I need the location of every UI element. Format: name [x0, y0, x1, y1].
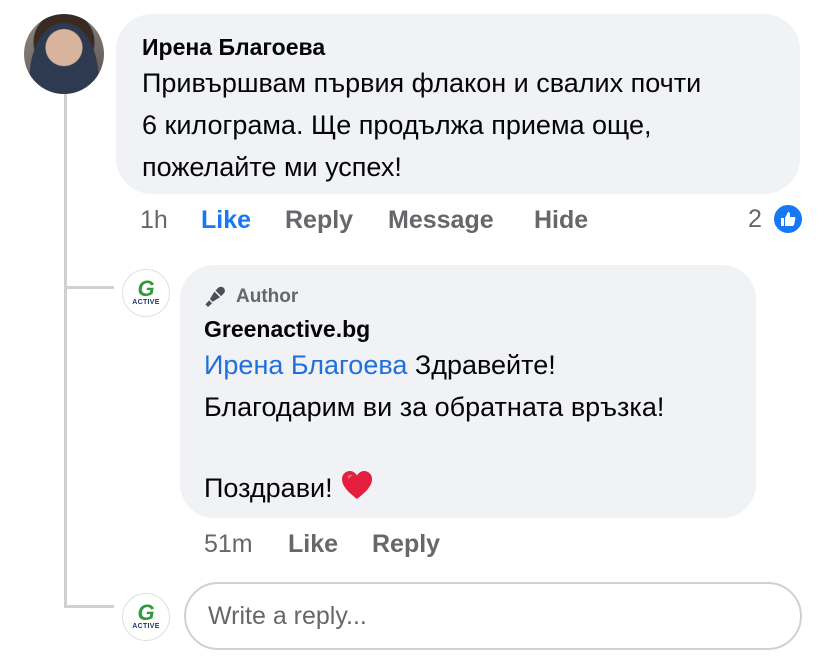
comment-text-line-1: Привършвам първия флакон и свалих почти — [142, 68, 702, 98]
reply-input[interactable] — [184, 582, 802, 650]
composer-logo-letter: G — [137, 600, 155, 625]
reply-text-line-2: Благодарим ви за обратната връзка! — [204, 392, 665, 422]
like-reaction-icon[interactable] — [772, 203, 804, 235]
reaction-count[interactable]: 2 — [748, 205, 762, 234]
comment-text-line-3: пожелайте ми успех! — [142, 152, 402, 182]
avatar[interactable] — [24, 14, 104, 94]
like-button[interactable]: Like — [201, 206, 251, 235]
heart-emoji — [340, 469, 374, 513]
message-button[interactable]: Message — [388, 206, 494, 235]
brand-logo-text: ACTIVE — [132, 299, 160, 306]
thread-line-branch-1-h — [64, 286, 114, 289]
brand-avatar[interactable]: G ACTIVE — [122, 269, 170, 317]
comment-author[interactable]: Ирена Благоева — [142, 34, 325, 61]
comment-text-line-2: 6 килограма. Ще продължа приема още, — [142, 110, 652, 140]
thread-line-branch-1 — [64, 258, 67, 288]
comment-time[interactable]: 1h — [140, 206, 168, 235]
reply-reply-button[interactable]: Reply — [372, 530, 440, 559]
brand-logo-letter: G — [137, 276, 155, 301]
author-badge-label: Author — [236, 286, 299, 307]
reply-signoff: Поздрави! — [204, 473, 333, 503]
microphone-icon — [205, 286, 225, 307]
reply-button[interactable]: Reply — [285, 206, 353, 235]
reply-like-button[interactable]: Like — [288, 530, 338, 559]
author-badge: Author — [204, 285, 298, 309]
reply-time[interactable]: 51m — [204, 530, 253, 559]
mention-link[interactable]: Ирена Благоева — [204, 350, 407, 380]
reply-text-line-1: Ирена Благоева Здравейте! — [204, 344, 556, 386]
composer-avatar[interactable]: G ACTIVE — [122, 593, 170, 641]
thread-line-branch-2-h — [64, 605, 114, 608]
reply-author[interactable]: Greenactive.bg — [204, 316, 370, 343]
composer-logo-text: ACTIVE — [132, 623, 160, 630]
reply-greeting: Здравейте! — [407, 350, 556, 380]
reply-text-line-3: Поздрави! — [204, 467, 374, 513]
thread-line-vertical — [64, 94, 67, 606]
hide-button[interactable]: Hide — [534, 206, 588, 235]
